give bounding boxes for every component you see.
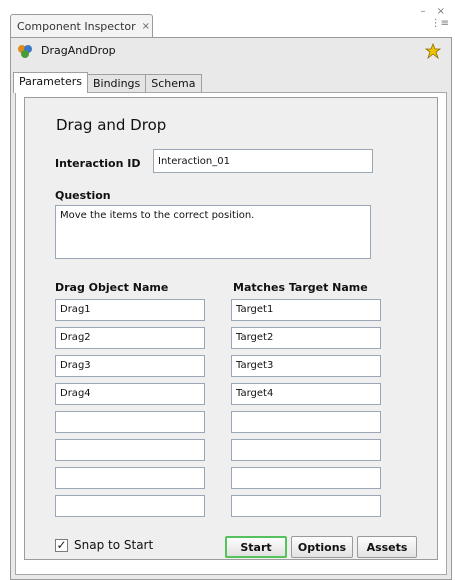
drag-name-field[interactable]: Drag4 [55,383,205,405]
interaction-id-label: Interaction ID [55,157,141,170]
target-name-field[interactable]: Target3 [231,355,381,377]
drag-name-field[interactable]: Drag1 [55,299,205,321]
snap-to-start-checkbox[interactable]: ✓ [55,538,68,552]
drag-name-field[interactable] [55,467,205,489]
form-heading: Drag and Drop [56,116,167,134]
interaction-id-field[interactable]: Interaction_01 [153,149,373,173]
options-button[interactable]: Options [291,536,353,558]
drag-name-field[interactable] [55,439,205,461]
window-controls[interactable]: – × [420,6,449,17]
parameters-pane: Drag and Drop Interaction ID Interaction… [15,92,447,575]
panel-tab-title: Component Inspector [17,20,136,33]
snap-to-start-label: Snap to Start [74,538,154,552]
component-name: DragAndDrop [41,44,116,57]
target-name-field[interactable]: Target1 [231,299,381,321]
start-button[interactable]: Start [225,536,287,558]
tab-parameters[interactable]: Parameters [13,72,88,93]
target-name-field[interactable] [231,467,381,489]
close-icon[interactable]: × [142,21,150,32]
target-name-field[interactable] [231,439,381,461]
drag-name-field[interactable] [55,411,205,433]
drag-name-field[interactable] [55,495,205,517]
assets-button[interactable]: Assets [357,536,417,558]
question-field[interactable]: Move the items to the correct position. [55,205,371,259]
pushpin-icon[interactable] [425,43,441,59]
target-name-field[interactable] [231,495,381,517]
target-name-header: Matches Target Name [233,281,368,294]
question-label: Question [55,189,111,202]
drag-object-header: Drag Object Name [55,281,169,294]
component-icon [18,45,32,58]
inspector-tabs: Parameters Bindings Schema [13,72,202,93]
window-titlebar: Component Inspector × – × ⋮≡ [6,4,455,38]
panel-tab[interactable]: Component Inspector × [10,14,153,38]
target-name-field[interactable]: Target4 [231,383,381,405]
drag-name-field[interactable]: Drag2 [55,327,205,349]
snap-to-start-option[interactable]: ✓ Snap to Start [55,538,153,552]
drag-drop-form: Drag and Drop Interaction ID Interaction… [24,97,438,560]
panel-body: DragAndDrop Parameters Bindings Schema D… [10,37,452,580]
component-inspector-window: Component Inspector × – × ⋮≡ DragAndDrop… [6,4,455,580]
drag-name-field[interactable]: Drag3 [55,355,205,377]
target-name-field[interactable] [231,411,381,433]
tab-schema[interactable]: Schema [145,74,202,92]
component-bar: DragAndDrop [11,38,451,64]
panel-menu-icon[interactable]: ⋮≡ [431,18,449,29]
tab-bindings[interactable]: Bindings [86,74,147,92]
target-name-field[interactable]: Target2 [231,327,381,349]
